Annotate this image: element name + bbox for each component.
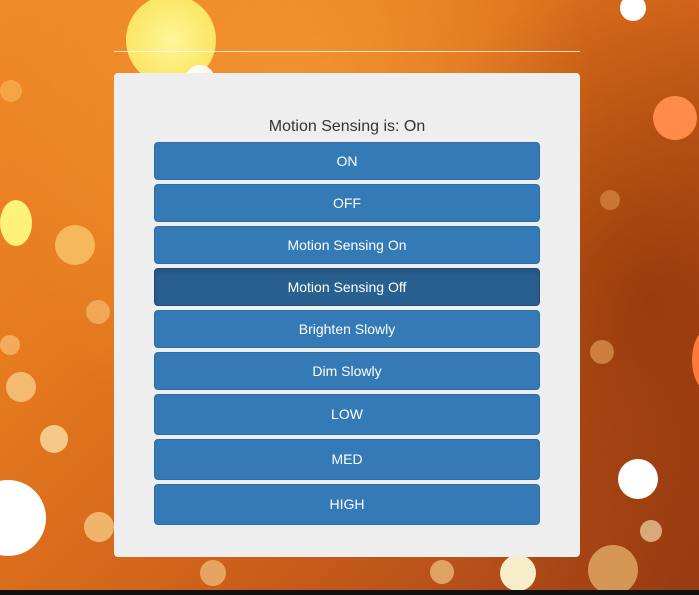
bokeh-light	[0, 200, 32, 246]
low-button[interactable]: LOW	[154, 394, 540, 435]
bokeh-light	[500, 555, 536, 590]
bokeh-light	[600, 190, 620, 210]
bokeh-light	[0, 480, 46, 556]
bokeh-light	[640, 520, 662, 542]
bokeh-light	[0, 80, 22, 102]
bokeh-light	[618, 459, 658, 499]
bokeh-light	[588, 545, 638, 590]
bokeh-light	[40, 425, 68, 453]
control-panel: Motion Sensing is: On ON OFF Motion Sens…	[114, 73, 580, 557]
bokeh-light	[620, 0, 646, 21]
high-button[interactable]: HIGH	[154, 484, 540, 525]
bokeh-light	[86, 300, 110, 324]
bokeh-light	[590, 340, 614, 364]
header-divider	[114, 51, 580, 52]
bottom-edge	[0, 590, 699, 595]
off-button[interactable]: OFF	[154, 184, 540, 222]
bokeh-light	[6, 372, 36, 402]
on-button[interactable]: ON	[154, 142, 540, 180]
bokeh-light	[430, 560, 454, 584]
dim-slowly-button[interactable]: Dim Slowly	[154, 352, 540, 390]
brighten-slowly-button[interactable]: Brighten Slowly	[154, 310, 540, 348]
motion-sensing-status: Motion Sensing is: On	[268, 118, 426, 135]
med-button[interactable]: MED	[154, 439, 540, 480]
motion-sensing-off-button[interactable]: Motion Sensing Off	[154, 268, 540, 306]
bokeh-light	[653, 96, 697, 140]
bokeh-light	[692, 330, 699, 390]
bokeh-light	[0, 335, 20, 355]
motion-sensing-on-button[interactable]: Motion Sensing On	[154, 226, 540, 264]
bokeh-light	[84, 512, 114, 542]
bokeh-light	[200, 560, 226, 586]
bokeh-light	[55, 225, 95, 265]
